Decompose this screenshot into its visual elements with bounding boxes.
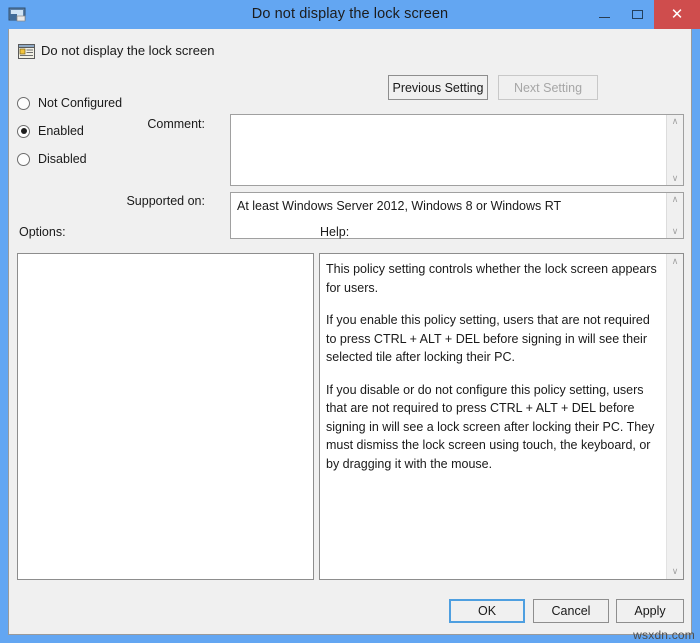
radio-disabled-label: Disabled — [38, 152, 87, 166]
supported-on-textarea[interactable]: At least Windows Server 2012, Windows 8 … — [230, 192, 684, 239]
comment-textarea[interactable]: ∧ ∨ — [230, 114, 684, 186]
help-paragraph: If you enable this policy setting, users… — [326, 313, 650, 364]
minimize-button[interactable] — [588, 0, 621, 29]
radio-disabled-icon — [17, 152, 30, 166]
scroll-down-icon[interactable]: ∨ — [672, 227, 679, 236]
radio-enabled-icon — [17, 124, 30, 138]
comment-scrollbar[interactable]: ∧ ∨ — [666, 115, 683, 185]
scroll-down-icon[interactable]: ∨ — [672, 567, 679, 576]
next-setting-button[interactable]: Next Setting — [498, 75, 598, 100]
help-panel: This policy setting controls whether the… — [319, 253, 684, 580]
maximize-icon — [632, 10, 643, 19]
policy-setting-icon — [18, 43, 35, 60]
supported-on-label: Supported on: — [126, 194, 205, 208]
options-label: Options: — [19, 225, 66, 239]
window-icon — [8, 4, 28, 24]
dialog-client-area: Do not display the lock screen Previous … — [8, 29, 692, 635]
options-content — [18, 254, 313, 579]
radio-not-configured-icon — [17, 96, 30, 110]
help-paragraph: This policy setting controls whether the… — [326, 262, 657, 295]
title-bar[interactable]: Do not display the lock screen ✕ — [0, 0, 700, 29]
supported-on-scrollbar[interactable]: ∧ ∨ — [666, 193, 683, 238]
comment-label: Comment: — [147, 117, 205, 131]
radio-not-configured[interactable]: Not Configured — [17, 89, 227, 117]
help-label: Help: — [320, 225, 350, 239]
scroll-up-icon[interactable]: ∧ — [672, 195, 679, 204]
scroll-up-icon[interactable]: ∧ — [672, 117, 679, 126]
radio-enabled-label: Enabled — [38, 124, 84, 138]
previous-setting-button[interactable]: Previous Setting — [388, 75, 488, 100]
policy-header: Do not display the lock screen — [9, 29, 691, 77]
ok-button[interactable]: OK — [449, 599, 525, 623]
scroll-up-icon[interactable]: ∧ — [672, 257, 679, 266]
minimize-icon — [599, 17, 610, 18]
window-controls: ✕ — [588, 0, 700, 29]
policy-name-label: Do not display the lock screen — [41, 43, 215, 58]
comment-value — [231, 115, 666, 185]
apply-button[interactable]: Apply — [616, 599, 684, 623]
close-icon: ✕ — [670, 6, 684, 23]
radio-not-configured-label: Not Configured — [38, 96, 123, 110]
maximize-button[interactable] — [621, 0, 654, 29]
help-scrollbar[interactable]: ∧ ∨ — [666, 254, 683, 579]
radio-disabled[interactable]: Disabled — [17, 145, 227, 173]
help-paragraph: If you disable or do not configure this … — [326, 382, 655, 471]
policy-setting-dialog: Do not display the lock screen ✕ Do not … — [0, 0, 700, 643]
options-panel[interactable] — [17, 253, 314, 580]
supported-on-value: At least Windows Server 2012, Windows 8 … — [237, 199, 562, 213]
scroll-down-icon[interactable]: ∨ — [672, 174, 679, 183]
close-button[interactable]: ✕ — [654, 0, 700, 29]
cancel-button[interactable]: Cancel — [533, 599, 609, 623]
site-watermark: wsxdn.com — [633, 628, 695, 642]
help-content: This policy setting controls whether the… — [320, 254, 666, 579]
policy-state-radio-group: Not Configured Enabled Disabled — [17, 89, 227, 173]
